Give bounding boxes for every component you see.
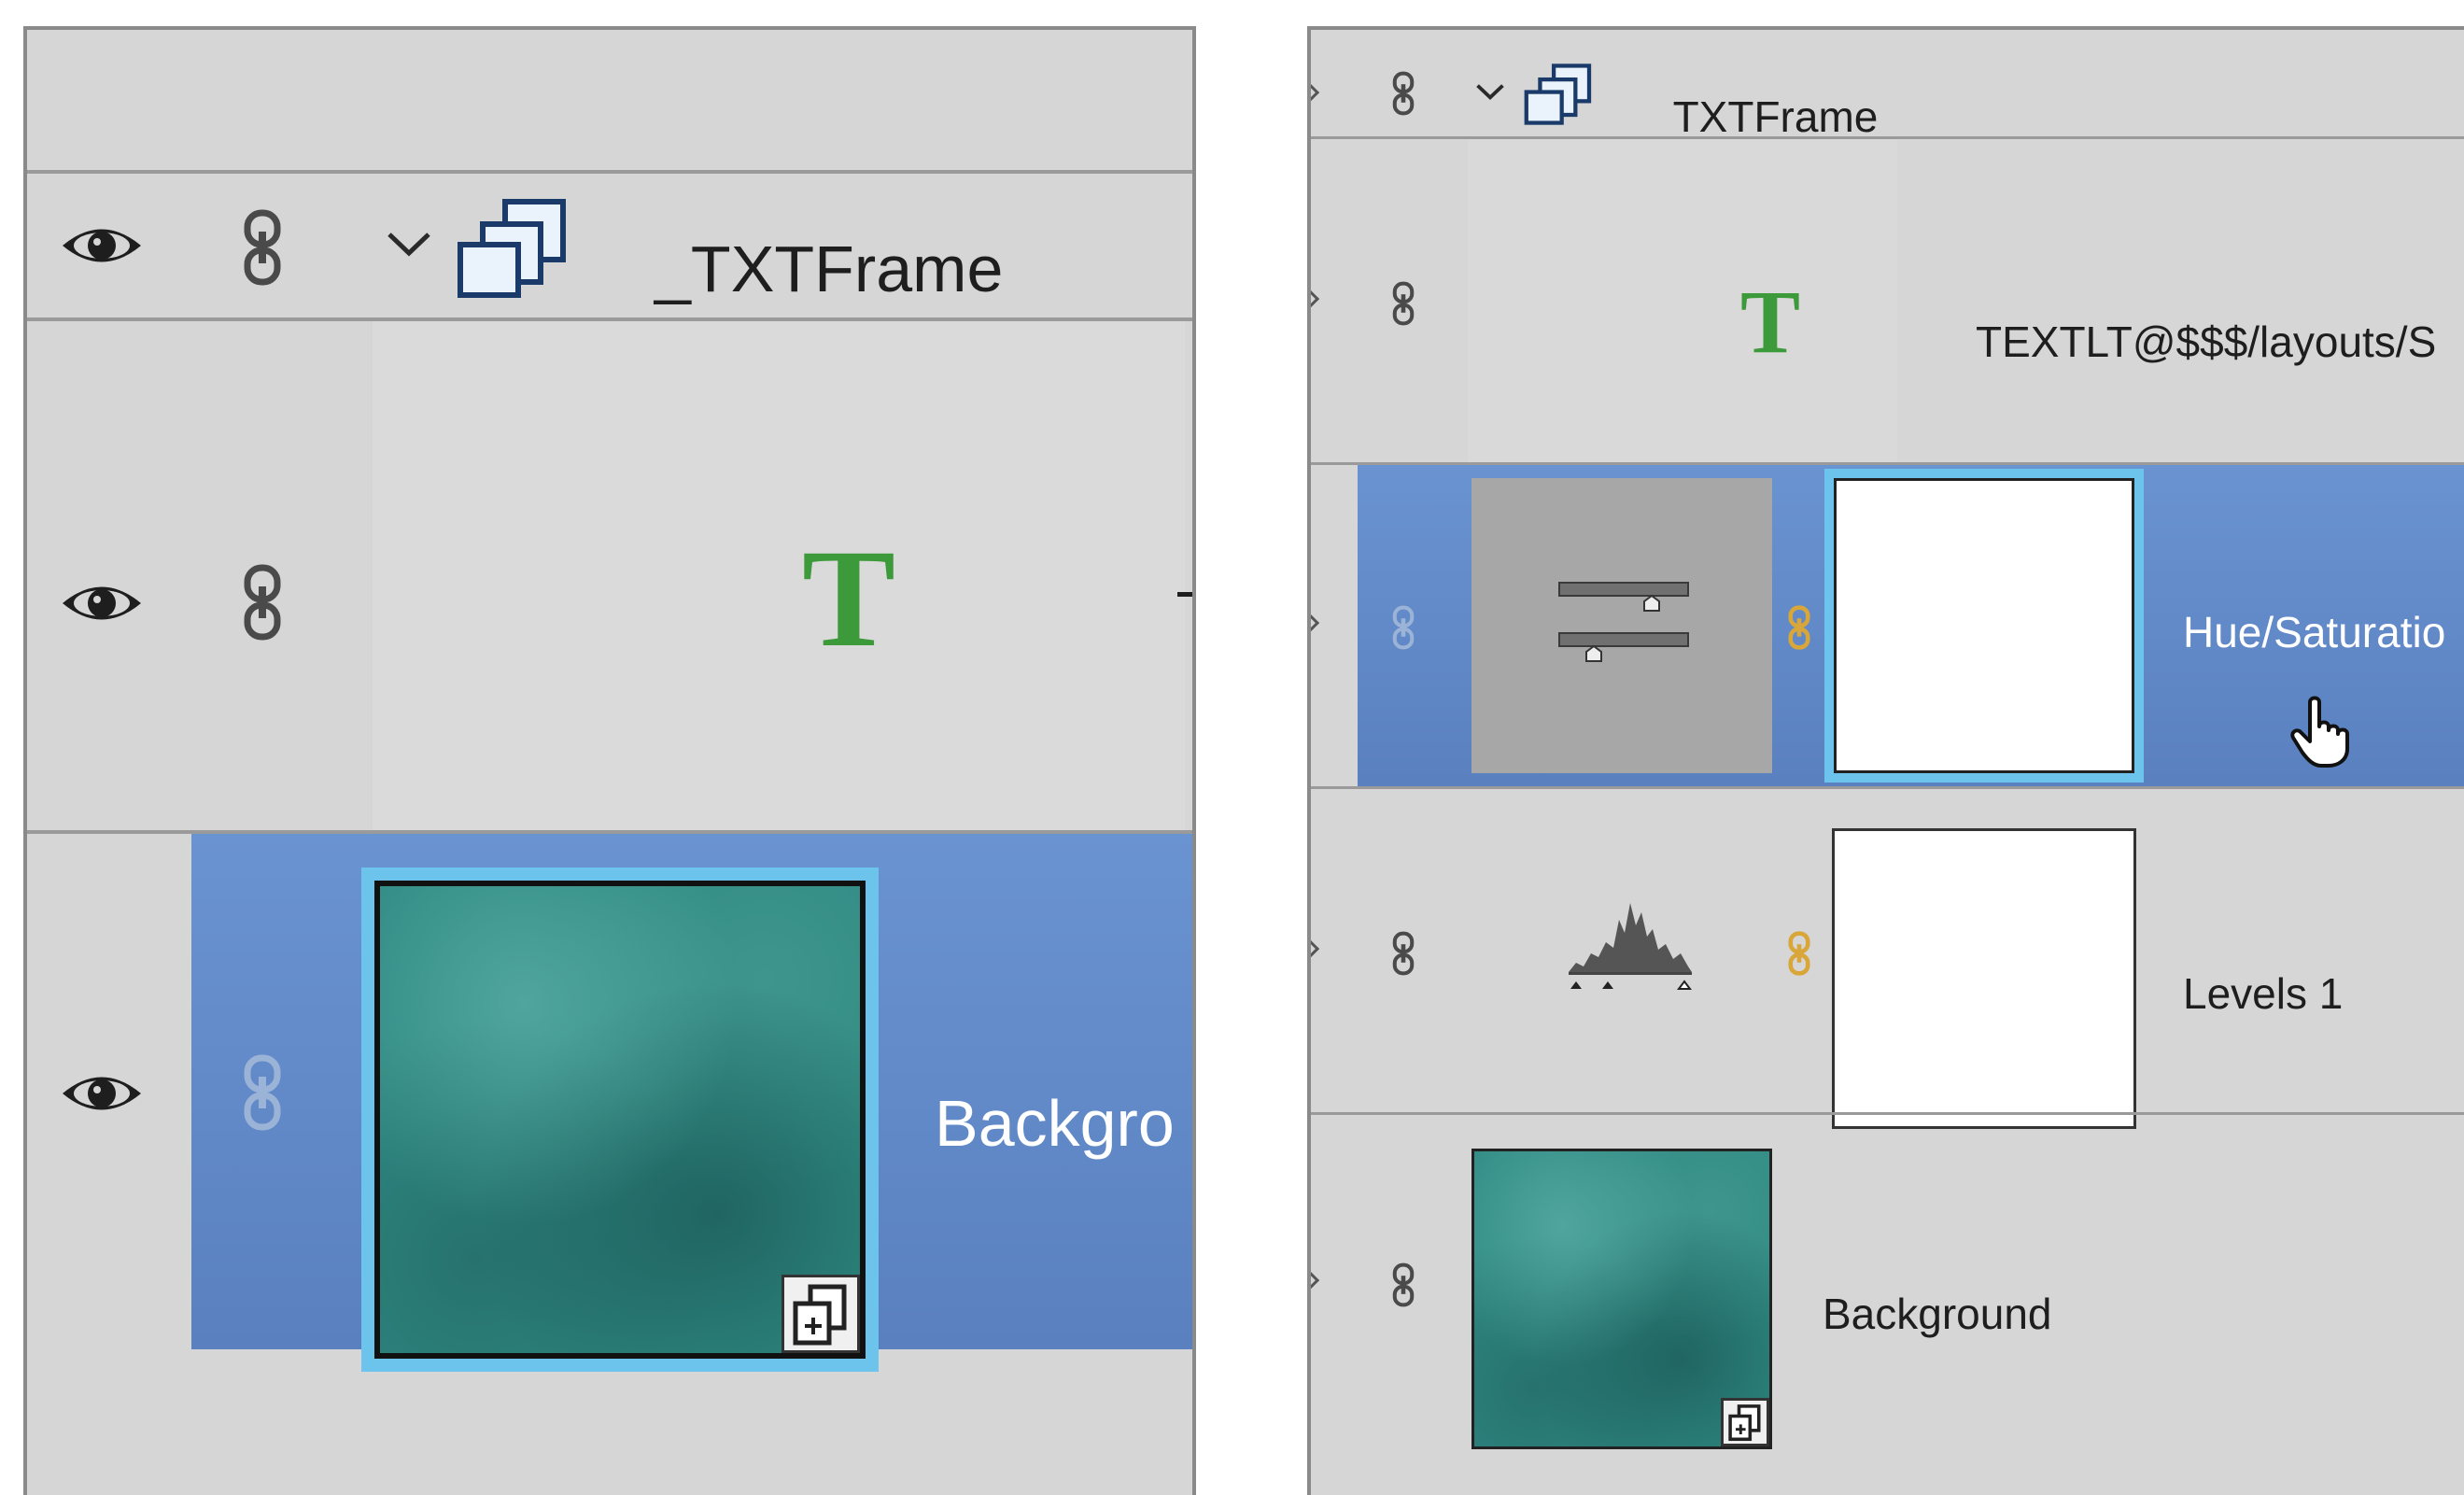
layers-panel: _TXTFrame T TEXTLT@$$$/layouts/S Hue/Sat… — [1307, 26, 2464, 1495]
layer-row-text[interactable]: T TEXTLT@$$$/layouts/S — [1311, 139, 2464, 462]
visibility-column — [1311, 465, 1358, 786]
teal-texture-thumbnail — [374, 881, 866, 1359]
truncated-text-fragment — [1177, 592, 1192, 597]
mask-link-icon[interactable] — [1785, 929, 1813, 978]
layer-row-group[interactable]: _TXTFrame — [1311, 43, 2464, 141]
layer-name: _TXTFrame — [1649, 92, 1879, 141]
link-icon[interactable] — [1389, 929, 1417, 978]
visibility-toggle[interactable] — [1311, 289, 1320, 311]
eye-icon[interactable] — [60, 222, 144, 269]
link-icon[interactable] — [1389, 603, 1417, 652]
layer-row-text[interactable]: T — [27, 321, 1192, 830]
layer-row-levels[interactable]: Levels 1 — [1311, 789, 2464, 1129]
layer-thumbnail-selected[interactable] — [361, 867, 879, 1372]
layer-name: Hue/Saturatio — [2183, 608, 2446, 656]
link-icon[interactable] — [1389, 69, 1417, 118]
group-folder-icon — [457, 198, 569, 299]
visibility-toggle[interactable] — [1311, 83, 1320, 105]
link-icon[interactable] — [238, 1054, 287, 1131]
visibility-toggle[interactable] — [1311, 1271, 1320, 1292]
hue-saturation-adjustment-icon — [1471, 478, 1772, 773]
visibility-toggle[interactable] — [1311, 939, 1320, 961]
chevron-down-icon[interactable] — [1475, 82, 1505, 101]
link-icon[interactable] — [1389, 279, 1417, 328]
smart-object-badge-icon — [1721, 1398, 1769, 1446]
layer-row-background[interactable]: Backgro — [27, 834, 1192, 1372]
layer-name: TEXTLT@$$$/layouts/S — [1976, 317, 2437, 366]
group-folder-icon — [1524, 63, 1593, 125]
layer-name: _TXTFrame — [655, 233, 1004, 305]
layer-row-background[interactable]: Background — [1311, 1115, 2464, 1495]
text-layer-icon: T — [802, 521, 896, 676]
hand-cursor-icon — [2289, 695, 2373, 774]
eye-icon[interactable] — [60, 1070, 144, 1117]
layer-name: Backgro — [935, 1087, 1175, 1160]
link-icon[interactable] — [238, 564, 287, 641]
chevron-down-icon[interactable] — [386, 230, 432, 258]
mask-link-icon[interactable] — [1785, 603, 1813, 652]
layer-row-hue-saturation[interactable]: Hue/Saturatio — [1311, 465, 2464, 786]
mask-thumbnail[interactable] — [1832, 828, 2136, 1129]
levels-histogram-icon — [1565, 892, 1696, 1008]
text-layer-thumbnail-area — [1468, 139, 1897, 462]
layer-name: Background — [1823, 1290, 2052, 1338]
link-icon[interactable] — [1389, 1261, 1417, 1309]
layers-panel-zoomed: _TXTFrame T Backgro — [23, 26, 1196, 1495]
eye-icon[interactable] — [60, 580, 144, 627]
text-layer-thumbnail-area — [373, 321, 1185, 830]
link-icon[interactable] — [238, 209, 287, 286]
text-layer-icon: T — [1740, 272, 1801, 372]
smart-object-badge-icon — [781, 1275, 860, 1353]
layer-row-group[interactable]: _TXTFrame — [27, 174, 1192, 317]
layer-mask-thumbnail-selected[interactable] — [1824, 469, 2144, 783]
mask-thumbnail — [1834, 478, 2134, 773]
layer-name: Levels 1 — [2183, 969, 2344, 1018]
teal-texture-thumbnail[interactable] — [1471, 1149, 1772, 1449]
